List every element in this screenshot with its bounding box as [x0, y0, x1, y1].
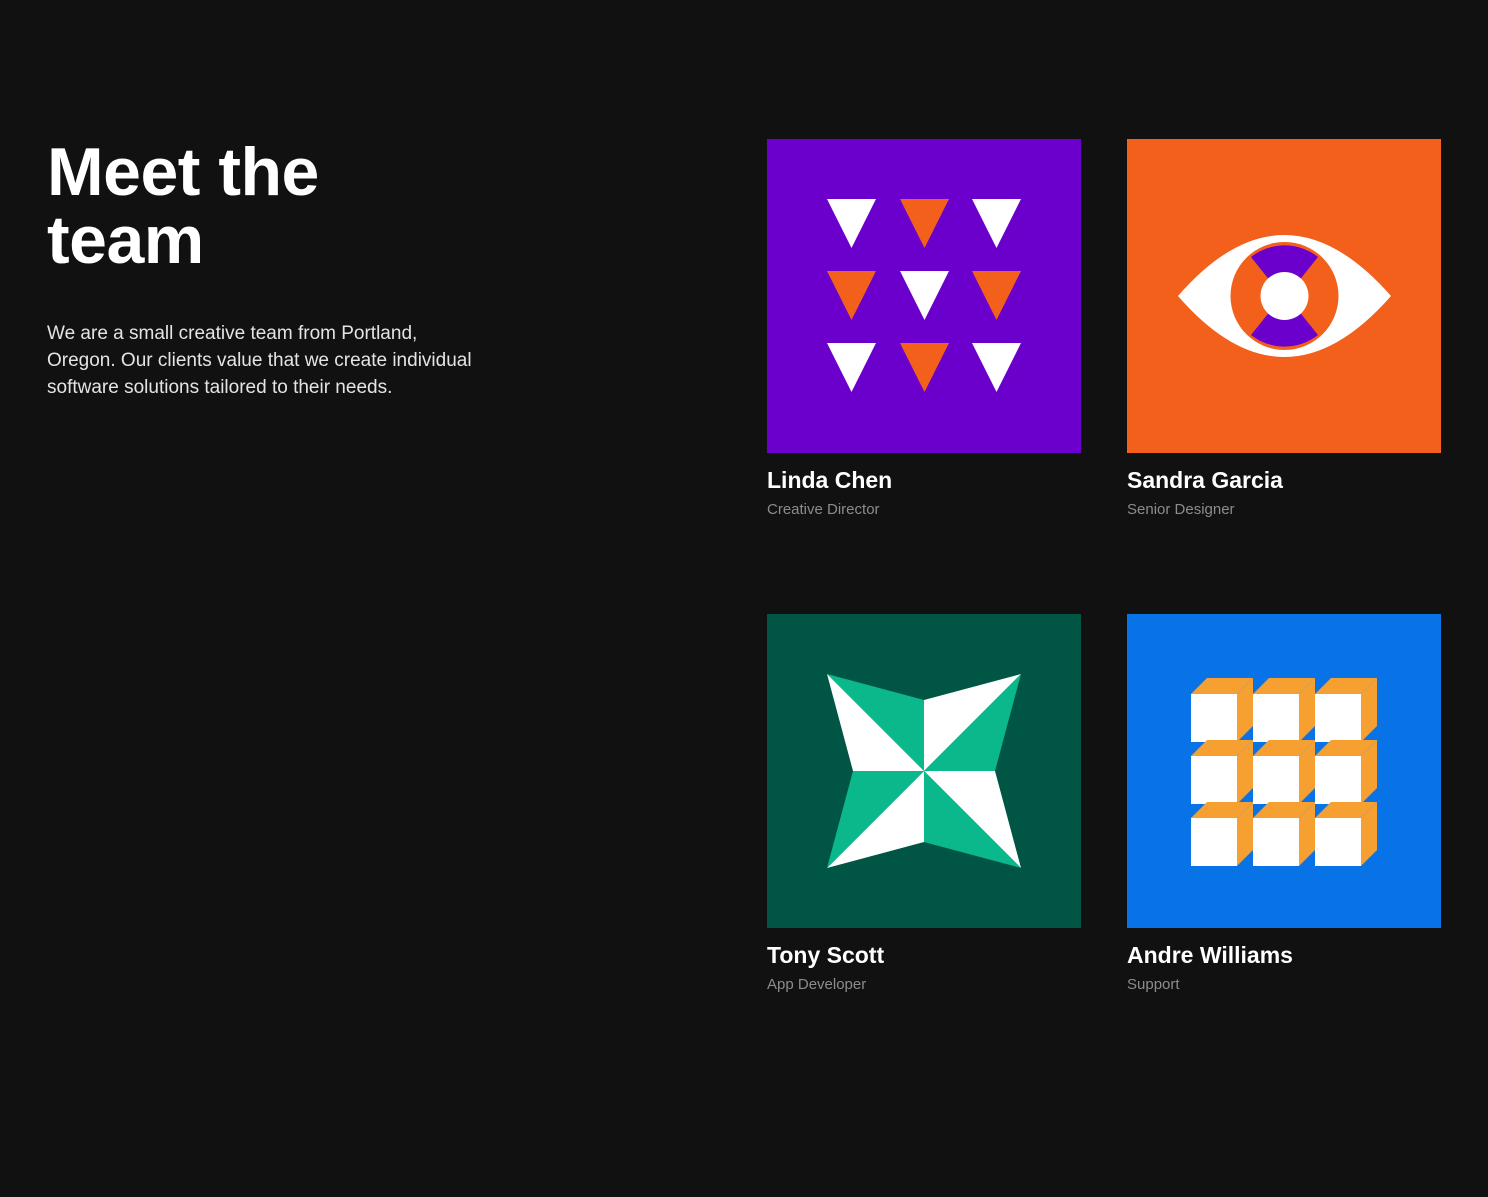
team-member-card: Tony Scott App Developer — [767, 614, 1081, 994]
member-artwork — [767, 614, 1081, 928]
team-member-card: Sandra Garcia Senior Designer — [1127, 139, 1441, 519]
page-title: Meet the team — [47, 134, 319, 278]
member-role: Support — [1127, 976, 1180, 993]
cube-grid-icon — [1127, 614, 1441, 928]
member-name: Linda Chen — [767, 467, 893, 493]
intro-description: We are a small creative team from Portla… — [47, 323, 472, 398]
triangle-grid-icon — [767, 139, 1081, 453]
team-member-card: Linda Chen Creative Director — [767, 139, 1081, 519]
team-page: Meet the team We are a small creative te… — [0, 0, 1488, 1197]
intro-section: Meet the team We are a small creative te… — [47, 138, 497, 401]
member-artwork — [1127, 614, 1441, 928]
member-name: Sandra Garcia — [1127, 467, 1283, 493]
member-role: Creative Director — [767, 501, 880, 518]
team-member-card: Andre Williams Support — [1127, 614, 1441, 994]
member-role: Senior Designer — [1127, 501, 1235, 518]
star-pinwheel-icon — [767, 614, 1081, 928]
eye-icon — [1127, 139, 1441, 453]
member-artwork — [1127, 139, 1441, 453]
member-artwork — [767, 139, 1081, 453]
member-name: Tony Scott — [767, 942, 885, 968]
member-name: Andre Williams — [1127, 942, 1293, 968]
member-role: App Developer — [767, 976, 867, 993]
